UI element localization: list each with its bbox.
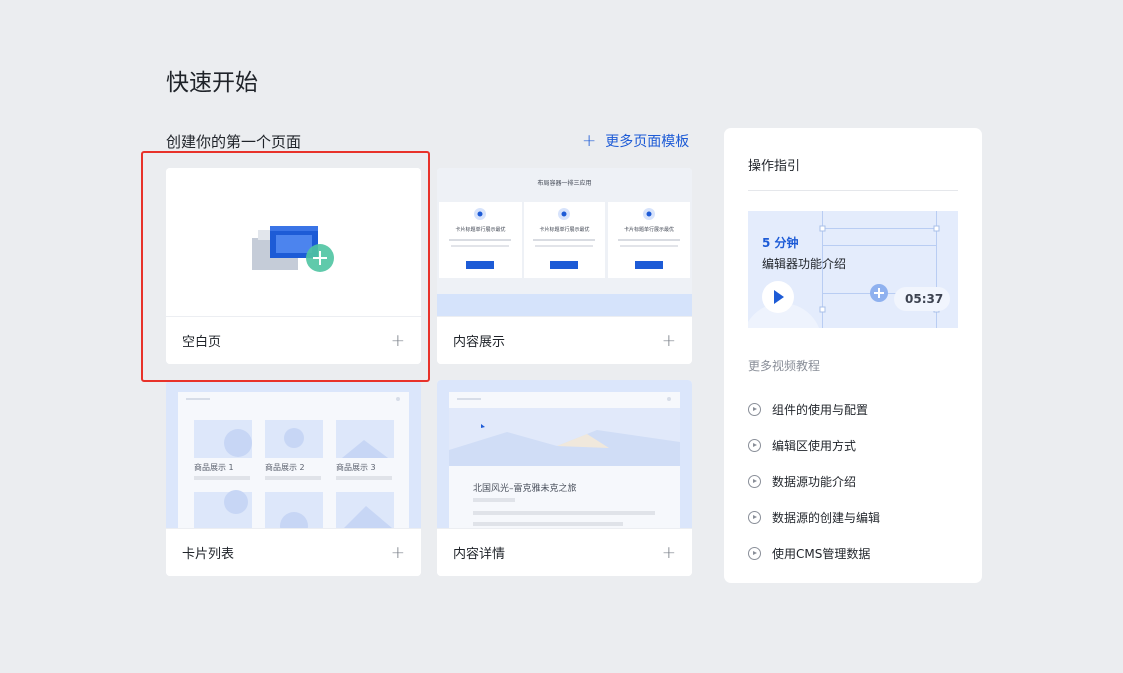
tutorial-label: 组件的使用与配置 xyxy=(772,402,869,417)
plus-icon: + xyxy=(582,130,597,151)
tutorial-label: 数据源功能介绍 xyxy=(772,474,857,489)
template-label: 空白页 xyxy=(182,335,222,350)
card-preview-graphics xyxy=(449,208,680,269)
more-videos-label: 更多视频教程 xyxy=(748,359,821,373)
content-detail-thumbnail: 北国风光–雷克雅未克之旅 xyxy=(437,380,692,528)
more-templates-label: 更多页面模板 xyxy=(605,134,690,150)
guide-panel: 操作指引 5 分钟 编辑器功能介绍 05:37 更多视频教程 组件的使用与配置 … xyxy=(724,128,982,583)
preview-item-label: 商品展示 2 xyxy=(265,463,305,472)
template-card-blank[interactable]: 空白页 + xyxy=(166,168,421,364)
tutorial-item[interactable]: 编辑区使用方式 xyxy=(748,427,880,463)
template-card-card-list[interactable]: 商品展示 1 商品展示 2 商品展示 3 卡片列表 + xyxy=(166,380,421,576)
template-card-content-display[interactable]: 布局容器一排三应用 卡片标题单行展示最优 卡片标题单行展示最优 卡片标题单行展示… xyxy=(437,168,692,364)
preview-item-label: 商品展示 1 xyxy=(194,463,234,472)
content-detail-graphics xyxy=(449,397,680,526)
add-icon[interactable]: + xyxy=(662,543,676,563)
video-duration-label: 5 分钟 xyxy=(762,236,799,250)
preview-card-title: 卡片标题单行展示最优 xyxy=(455,227,506,233)
tutorial-item[interactable]: 数据源功能介绍 xyxy=(748,463,880,499)
template-label: 卡片列表 xyxy=(182,547,235,562)
preview-card-title: 卡片标题单行展示最优 xyxy=(623,227,674,233)
card-footer: 内容展示 + xyxy=(437,316,692,364)
card-list-graphics xyxy=(186,397,400,528)
tutorial-item[interactable]: 使用CMS管理数据 xyxy=(748,535,880,571)
section-title: 创建你的第一个页面 xyxy=(166,133,302,151)
page-title: 快速开始 xyxy=(166,70,258,96)
card-footer: 卡片列表 + xyxy=(166,528,421,576)
more-templates-link[interactable]: + 更多页面模板 xyxy=(582,131,689,151)
template-card-content-detail[interactable]: 北国风光–雷克雅未克之旅 内容详情 + xyxy=(437,380,692,576)
preview-article-title: 北国风光–雷克雅未克之旅 xyxy=(473,484,577,494)
tutorial-item[interactable]: 数据源的创建与编辑 xyxy=(748,499,880,535)
blank-page-illustration xyxy=(252,226,334,272)
card-footer: 内容详情 + xyxy=(437,528,692,576)
play-icon xyxy=(774,290,784,304)
video-timestamp: 05:37 xyxy=(905,292,944,306)
blank-page-thumbnail xyxy=(166,168,421,316)
play-circle-icon xyxy=(748,402,761,416)
tutorial-item[interactable]: 组件的使用与配置 xyxy=(748,391,880,427)
preview-card-title: 卡片标题单行展示最优 xyxy=(539,227,590,233)
card-list-thumbnail: 商品展示 1 商品展示 2 商品展示 3 xyxy=(166,380,421,528)
preview-item-label: 商品展示 3 xyxy=(336,463,376,472)
card-footer: 空白页 + xyxy=(166,316,421,364)
play-circle-icon xyxy=(748,438,761,452)
video-subtitle: 编辑器功能介绍 xyxy=(762,257,847,271)
play-button[interactable] xyxy=(762,281,794,313)
template-label: 内容详情 xyxy=(453,547,506,562)
tutorial-list: 组件的使用与配置 编辑区使用方式 数据源功能介绍 数据源的创建与编辑 使用CMS… xyxy=(748,391,880,571)
guide-title: 操作指引 xyxy=(748,159,801,174)
tutorial-label: 数据源的创建与编辑 xyxy=(772,510,881,525)
play-circle-icon xyxy=(748,510,761,524)
content-display-thumbnail: 布局容器一排三应用 卡片标题单行展示最优 卡片标题单行展示最优 卡片标题单行展示… xyxy=(437,168,692,316)
play-circle-icon xyxy=(748,474,761,488)
template-label: 内容展示 xyxy=(453,335,506,350)
divider xyxy=(748,190,958,191)
tutorial-label: 编辑区使用方式 xyxy=(772,438,857,453)
play-circle-icon xyxy=(748,546,761,560)
add-icon[interactable]: + xyxy=(391,543,405,563)
tutorial-label: 使用CMS管理数据 xyxy=(772,546,871,561)
add-icon[interactable]: + xyxy=(662,331,676,351)
intro-video-thumbnail[interactable]: 5 分钟 编辑器功能介绍 05:37 xyxy=(748,211,958,328)
add-icon[interactable]: + xyxy=(391,331,405,351)
